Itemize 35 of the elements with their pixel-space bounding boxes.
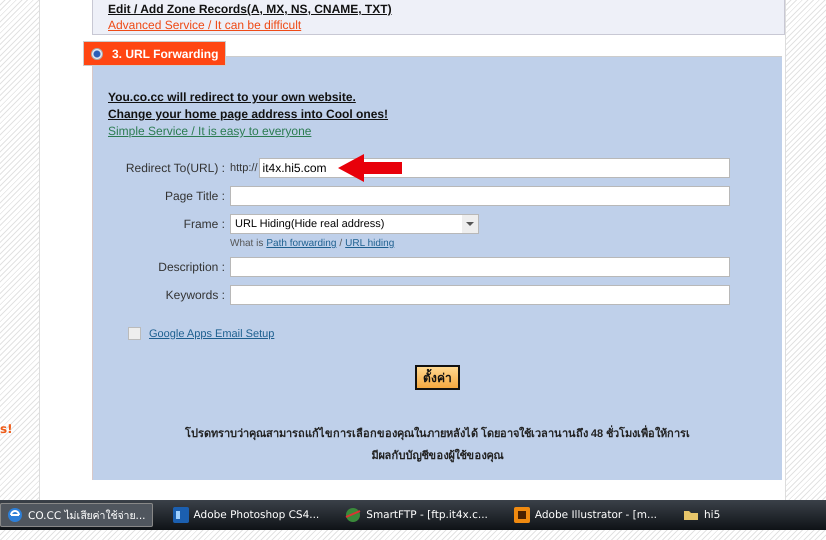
field-label: Frame : (182, 216, 225, 231)
text-field[interactable] (230, 257, 730, 277)
app-icon (172, 507, 189, 523)
help-text: What is (230, 238, 264, 249)
text-field[interactable] (230, 186, 730, 206)
globe-icon (345, 507, 362, 523)
app-logo-icon (514, 507, 530, 523)
checkbox[interactable] (128, 327, 141, 340)
frame-dropdown[interactable]: URL Hiding(Hide real address) (230, 214, 479, 234)
intro-link[interactable]: Change your home page address into Cool ones! (108, 107, 388, 121)
url-prefix: http:// (230, 162, 258, 174)
radio-button[interactable] (91, 48, 103, 60)
submit-button[interactable]: ตั้งค่า (415, 365, 460, 390)
path-forwarding-link[interactable]: Path forwarding (266, 238, 336, 249)
field-label: Page Title : (164, 188, 225, 203)
notice-text: มีผลกับบัญชีของผู้ใช้ของคุณ (372, 448, 504, 464)
field-label: Redirect To(URL) : (124, 160, 225, 175)
taskbar-button[interactable]: SmartFTP - [ftp.it4x.c... (339, 503, 494, 527)
field-label: Description : (157, 259, 225, 274)
taskbar-button[interactable]: Adobe Illustrator - [m... (508, 503, 664, 527)
zone-records-link[interactable]: Edit / Add Zone Records(A, MX, NS, CNAME, TXT) (108, 2, 784, 16)
globe-e-icon (7, 507, 23, 523)
arrow-icon (338, 154, 402, 182)
url-field[interactable]: it4x.hi5.com (258, 158, 730, 178)
text-field[interactable] (230, 285, 730, 305)
intro-link[interactable]: You.co.cc will redirect to your own website. (108, 90, 356, 104)
taskbar-button[interactable]: CO.CC ไม่เสียค่าใช้จ่าย... (0, 503, 153, 527)
taskbar-button[interactable]: hi5 (677, 503, 726, 527)
separator-text: / (339, 238, 342, 249)
url-hiding-link[interactable]: URL hiding (345, 238, 394, 249)
cut-text: s! (0, 422, 13, 436)
notice-text: โปรดทราบว่าคุณสามารถแก้ไขการเลือกของคุณในภายหลังได้ โดยอาจใช้เวลานานถึง 48 ชั่วโมงเพื่อให้การเ (184, 424, 690, 442)
field-label: Keywords : (164, 287, 225, 302)
google-apps-link[interactable]: Google Apps Email Setup (149, 328, 274, 340)
taskbar-button[interactable]: Adobe Photoshop CS4... (166, 503, 326, 527)
